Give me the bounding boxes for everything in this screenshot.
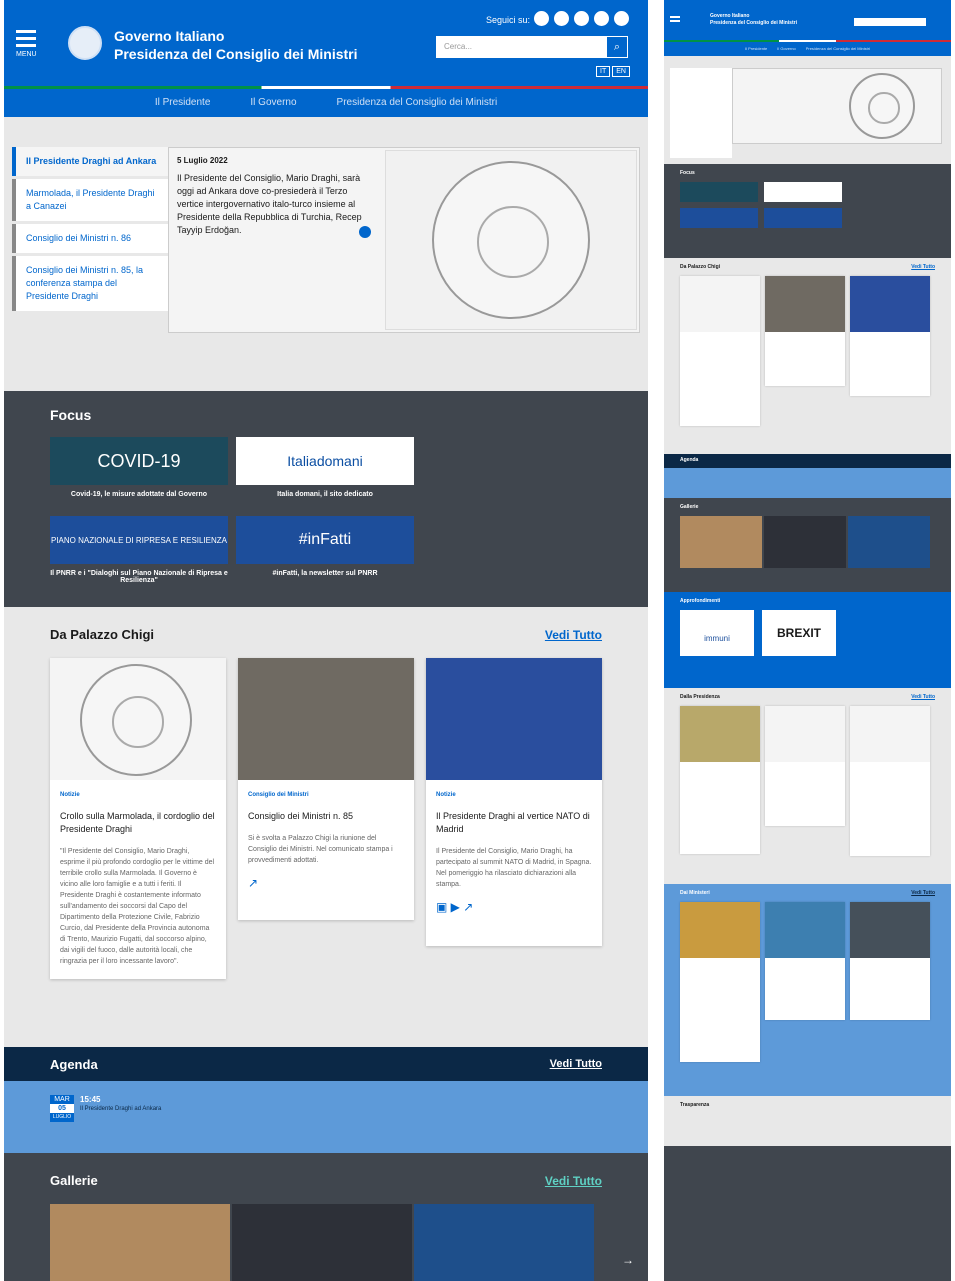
gallery-see-all[interactable]: Vedi Tutto	[545, 1174, 602, 1188]
language-switch: IT EN	[596, 66, 630, 77]
palazzo-section: Da Palazzo Chigi Vedi Tutto Notizie Crol…	[4, 607, 648, 1047]
hero-item[interactable]: Consiglio dei Ministri n. 85, la confere…	[12, 256, 172, 311]
palazzo-see-all[interactable]: Vedi Tutto	[545, 628, 602, 642]
card-thumb[interactable]	[680, 276, 760, 426]
hero-date: 5 Luglio 2022	[177, 156, 228, 165]
overview-hero-detail	[732, 68, 942, 144]
focus-thumb[interactable]	[764, 208, 842, 228]
nav-governo[interactable]: Il Governo	[250, 89, 296, 117]
focus-item[interactable]: PIANO NAZIONALE DI RIPRESA E RESILIENZA I…	[50, 516, 228, 594]
overview-approfondimenti: Approfondimenti immuni BREXIT	[664, 592, 951, 688]
card-thumb[interactable]	[765, 276, 845, 386]
agenda-title: Agenda	[50, 1056, 98, 1072]
overview-hero-list	[670, 68, 732, 158]
agenda-see-all[interactable]: Vedi Tutto	[550, 1058, 602, 1070]
site-title-line2: Presidenza del Consiglio dei Ministri	[114, 46, 358, 62]
gallery-section: Gallerie Vedi Tutto →	[4, 1153, 648, 1281]
agenda-event[interactable]: Il Presidente Draghi ad Ankara	[80, 1106, 161, 1112]
seal-icon	[849, 73, 915, 139]
news-card[interactable]: Notizie Il Presidente Draghi al vertice …	[426, 658, 602, 946]
search-input[interactable]: Cerca... ⌕	[436, 36, 628, 58]
overview-palazzo: Da Palazzo Chigi Vedi Tutto	[664, 258, 951, 454]
hero-detail: 5 Luglio 2022 Il Presidente del Consigli…	[168, 147, 640, 333]
follow-label: Seguici su:	[486, 15, 531, 25]
card-image	[426, 658, 602, 780]
main-nav: Il Presidente Il Governo Presidenza del …	[4, 89, 648, 117]
twitter-icon[interactable]	[554, 11, 569, 26]
overview-gallery: Gallerie	[664, 498, 951, 592]
republic-emblem-icon	[68, 26, 102, 60]
search-input[interactable]	[854, 18, 926, 26]
calendar-date: MAR 05 LUGLIO	[50, 1095, 74, 1122]
focus-title: Focus	[50, 407, 92, 423]
gallery-image[interactable]	[414, 1204, 594, 1281]
menu-button[interactable]: MENU	[16, 30, 37, 58]
overview-hero	[664, 56, 951, 164]
arrow-right-icon[interactable]	[359, 226, 371, 238]
focus-thumb[interactable]	[680, 182, 758, 202]
page-overview: Governo Italiano Presidenza del Consiglio…	[664, 0, 951, 1281]
lang-it[interactable]: IT	[596, 66, 611, 77]
card-image	[50, 658, 226, 780]
focus-item[interactable]: #inFatti #inFatti, la newsletter sul PNRR	[236, 516, 414, 594]
card-image	[238, 658, 414, 780]
instagram-icon[interactable]	[574, 11, 589, 26]
news-card[interactable]: Consiglio dei Ministri Consiglio dei Min…	[238, 658, 414, 920]
gallery-images	[50, 1204, 602, 1281]
overview-trasparenza: Trasparenza	[664, 1096, 951, 1146]
search-icon[interactable]: ⌕	[606, 36, 628, 58]
palazzo-title: Da Palazzo Chigi	[50, 627, 155, 642]
overview-ministri: Dai Ministeri Vedi Tutto	[664, 884, 951, 1096]
overview-nav: Il Presidente Il Governo Presidenza del Co…	[664, 42, 951, 56]
overview-agenda-header: Agenda	[664, 454, 951, 468]
news-card[interactable]: Notizie Crollo sulla Marmolada, il cordo…	[50, 658, 226, 979]
seal-icon	[80, 664, 192, 776]
overview-header: Governo Italiano Presidenza del Consiglio…	[664, 0, 951, 40]
palazzo-chigi-seal-icon	[432, 161, 590, 319]
overview-agenda-body	[664, 468, 951, 498]
hero-text: Il Presidente del Consiglio, Mario Dragh…	[177, 173, 362, 235]
nav-presidenza[interactable]: Presidenza del Consiglio dei Ministri	[337, 89, 498, 117]
facebook-icon[interactable]	[534, 11, 549, 26]
agenda-body: MAR 05 LUGLIO 15:45 Il Presidente Draghi…	[4, 1081, 648, 1153]
flickr-icon[interactable]	[614, 11, 629, 26]
hero-list: Il Presidente Draghi ad Ankara Marmolada…	[12, 147, 172, 314]
focus-thumb[interactable]	[764, 182, 842, 202]
site-header: MENU Governo Italiano Presidenza del Con…	[4, 0, 648, 86]
focus-thumb[interactable]	[680, 208, 758, 228]
overview-focus: Focus	[664, 164, 951, 258]
card-thumb[interactable]	[850, 276, 930, 396]
social-icons	[534, 11, 629, 26]
gallery-image[interactable]	[50, 1204, 230, 1281]
overview-footer	[664, 1146, 951, 1281]
agenda-header: Agenda Vedi Tutto	[4, 1047, 648, 1081]
focus-section: Focus COVID-19 Covid-19, le misure adotta…	[4, 391, 648, 607]
hero-section: Il Presidente Draghi ad Ankara Marmolada…	[4, 117, 648, 391]
focus-item[interactable]: Italiadomani Italia domani, il sito dedic…	[236, 437, 414, 508]
overview-title: Governo Italiano Presidenza del Consiglio…	[710, 13, 797, 26]
agenda-time: 15:45	[80, 1095, 101, 1104]
hero-item[interactable]: Il Presidente Draghi ad Ankara	[12, 147, 172, 176]
gallery-image[interactable]	[232, 1204, 412, 1281]
menu-icon[interactable]	[670, 16, 680, 22]
immuni-tile[interactable]: immuni	[680, 610, 754, 656]
site-title-line1: Governo Italiano	[114, 28, 225, 44]
hero-item[interactable]: Consiglio dei Ministri n. 86	[12, 224, 172, 253]
overview-presidenza: Dalla Presidenza Vedi Tutto	[664, 688, 951, 884]
brexit-tile[interactable]: BREXIT	[762, 610, 836, 656]
focus-item[interactable]: COVID-19 Covid-19, le misure adottate dal…	[50, 437, 228, 508]
nav-presidente[interactable]: Il Presidente	[155, 89, 211, 117]
page-main: MENU Governo Italiano Presidenza del Con…	[4, 0, 648, 1281]
media-icons[interactable]: ▣ ▶ ↗	[436, 900, 592, 914]
gallery-title: Gallerie	[50, 1173, 98, 1188]
lang-en[interactable]: EN	[612, 66, 630, 77]
hero-image	[385, 150, 637, 330]
external-link-icon[interactable]: ↗	[248, 876, 404, 890]
youtube-icon[interactable]	[594, 11, 609, 26]
hero-item[interactable]: Marmolada, il Presidente Draghi a Canaze…	[12, 179, 172, 221]
arrow-right-icon[interactable]: →	[622, 1253, 634, 1267]
